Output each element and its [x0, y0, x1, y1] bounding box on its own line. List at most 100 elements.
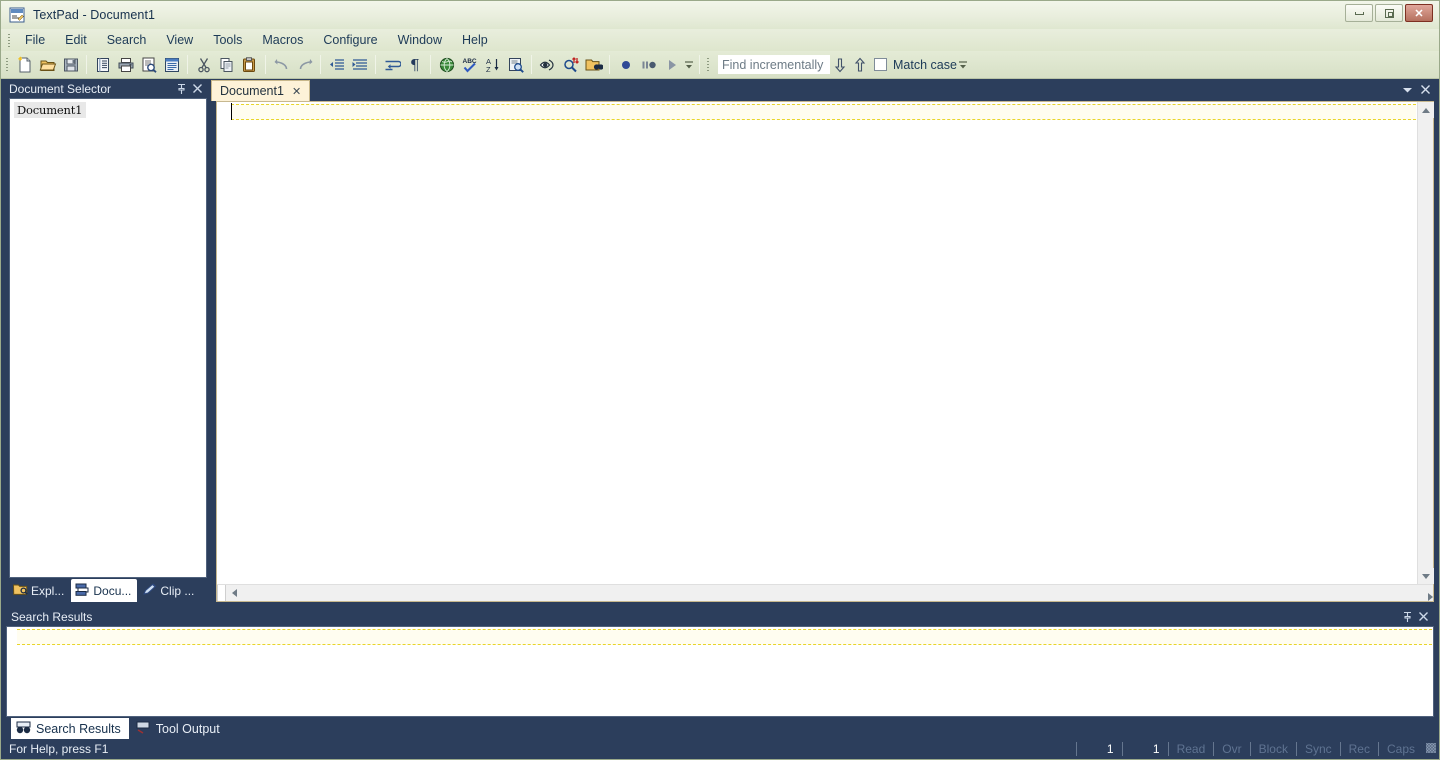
list-item[interactable]: Document1: [14, 102, 87, 118]
search-folder-icon[interactable]: [582, 53, 605, 76]
page-setup-icon[interactable]: [160, 53, 183, 76]
minimize-icon: [1354, 11, 1364, 15]
view-document-icon[interactable]: [536, 53, 559, 76]
tool-output-icon: [136, 721, 151, 737]
sort-lines-icon[interactable]: A Z: [481, 53, 504, 76]
hscroll-thumb[interactable]: [217, 585, 226, 601]
toolbar-separator: [265, 55, 266, 74]
word-wrap-icon[interactable]: [380, 53, 403, 76]
increase-indent-icon[interactable]: [348, 53, 371, 76]
pin-icon[interactable]: [1399, 609, 1415, 625]
find-in-files-icon[interactable]: [504, 53, 527, 76]
status-help-text: For Help, press F1: [9, 742, 109, 756]
spell-check-icon[interactable]: ABC: [458, 53, 481, 76]
redo-icon[interactable]: [293, 53, 316, 76]
sidebar-item-label: Clip ...: [160, 584, 195, 598]
scroll-left-button[interactable]: [226, 585, 242, 601]
tab-search-results[interactable]: Search Results: [11, 718, 129, 739]
record-macro-icon[interactable]: [614, 53, 637, 76]
menu-view[interactable]: View: [156, 31, 203, 49]
restore-button[interactable]: [1375, 4, 1403, 22]
tab-document1[interactable]: Document1 ✕: [211, 80, 311, 101]
menu-grip-icon[interactable]: [5, 32, 13, 48]
find-toolbar-overflow-button[interactable]: [957, 53, 969, 76]
minimize-button[interactable]: [1345, 4, 1373, 22]
toolbar-separator: [531, 55, 532, 74]
document-selector-icon: [75, 583, 90, 599]
menu-tools[interactable]: Tools: [203, 31, 252, 49]
tab-strip-controls: [1402, 84, 1439, 101]
main-toolbar: ¶ ABC A Z Find incrementally Match case: [1, 51, 1439, 79]
editor-main: [217, 102, 1434, 584]
editor-horizontal-scrollbar[interactable]: [217, 585, 1417, 601]
paste-icon[interactable]: [238, 53, 261, 76]
search-results-header: Search Results: [1, 607, 1439, 626]
toolbar-separator: [375, 55, 376, 74]
menu-file[interactable]: File: [15, 31, 55, 49]
resize-grip-icon[interactable]: [1423, 743, 1439, 755]
find-next-button[interactable]: [830, 54, 850, 76]
sidebar-item-explorer[interactable]: Expl...: [9, 580, 70, 602]
close-icon[interactable]: [1415, 609, 1431, 625]
new-document-icon[interactable]: [13, 53, 36, 76]
editor-vertical-scrollbar[interactable]: [1417, 102, 1434, 584]
svg-text:¶: ¶: [410, 56, 420, 74]
tab-label: Search Results: [36, 721, 121, 736]
binoculars-icon: [16, 721, 31, 737]
toolbar-separator: [320, 55, 321, 74]
text-editor-area[interactable]: [217, 102, 1417, 584]
pin-icon[interactable]: [173, 81, 189, 97]
match-case-label: Match case: [893, 57, 957, 72]
close-icon[interactable]: [1420, 84, 1431, 98]
show-paragraphs-icon[interactable]: ¶: [403, 53, 426, 76]
find-previous-button[interactable]: [850, 54, 870, 76]
copy-icon[interactable]: [215, 53, 238, 76]
open-file-icon[interactable]: [36, 53, 59, 76]
window-controls: ✕: [1345, 4, 1433, 22]
find-toolbar: Find incrementally Match case: [718, 53, 969, 76]
editor-left-margin: [217, 102, 230, 584]
match-case-checkbox[interactable]: Match case: [874, 58, 957, 72]
tab-tool-output[interactable]: Tool Output: [131, 718, 228, 739]
document-selector-list[interactable]: Document1: [9, 98, 207, 578]
workspace: Document Selector Document1 Expl... Docu…: [1, 79, 1439, 739]
undo-icon[interactable]: [270, 53, 293, 76]
sidebar-item-document-selector[interactable]: Docu...: [71, 579, 138, 602]
close-button[interactable]: ✕: [1405, 4, 1433, 22]
scroll-down-button[interactable]: [1418, 568, 1434, 584]
web-browse-icon[interactable]: [435, 53, 458, 76]
find-incrementally-input[interactable]: Find incrementally: [718, 55, 830, 74]
cut-icon[interactable]: [192, 53, 215, 76]
editor-frame: [216, 101, 1434, 602]
decrease-indent-icon[interactable]: [325, 53, 348, 76]
match-case-box-icon: [874, 58, 887, 71]
play-macro-icon[interactable]: [660, 53, 683, 76]
save-file-icon[interactable]: [59, 53, 82, 76]
document-properties-icon[interactable]: [91, 53, 114, 76]
chevron-down-icon[interactable]: [1402, 85, 1413, 97]
toolbar-separator: [430, 55, 431, 74]
document-selector-title: Document Selector: [9, 81, 112, 96]
menu-window[interactable]: Window: [388, 31, 452, 49]
sidebar-item-clip-library[interactable]: Clip ...: [138, 580, 200, 602]
search-results-output[interactable]: [6, 626, 1434, 717]
scroll-up-button[interactable]: [1418, 102, 1434, 118]
toolbar-overflow-button[interactable]: [683, 53, 695, 76]
scroll-right-arrow[interactable]: [1428, 593, 1433, 601]
replace-icon[interactable]: [559, 53, 582, 76]
menu-help[interactable]: Help: [452, 31, 498, 49]
find-toolbar-grip-icon[interactable]: [704, 57, 712, 73]
toolbar-grip-icon[interactable]: [3, 57, 11, 73]
close-icon[interactable]: ✕: [292, 85, 301, 98]
sidebar-item-label: Expl...: [31, 584, 65, 598]
menu-macros[interactable]: Macros: [252, 31, 313, 49]
print-icon[interactable]: [114, 53, 137, 76]
menu-configure[interactable]: Configure: [313, 31, 387, 49]
menu-edit[interactable]: Edit: [55, 31, 97, 49]
print-preview-icon[interactable]: [137, 53, 160, 76]
pause-macro-icon[interactable]: [637, 53, 660, 76]
title-bar: TextPad - Document1 ✕: [1, 1, 1439, 29]
upper-region: Document Selector Document1 Expl... Docu…: [1, 79, 1439, 602]
close-icon[interactable]: [189, 81, 205, 97]
menu-search[interactable]: Search: [97, 31, 157, 49]
